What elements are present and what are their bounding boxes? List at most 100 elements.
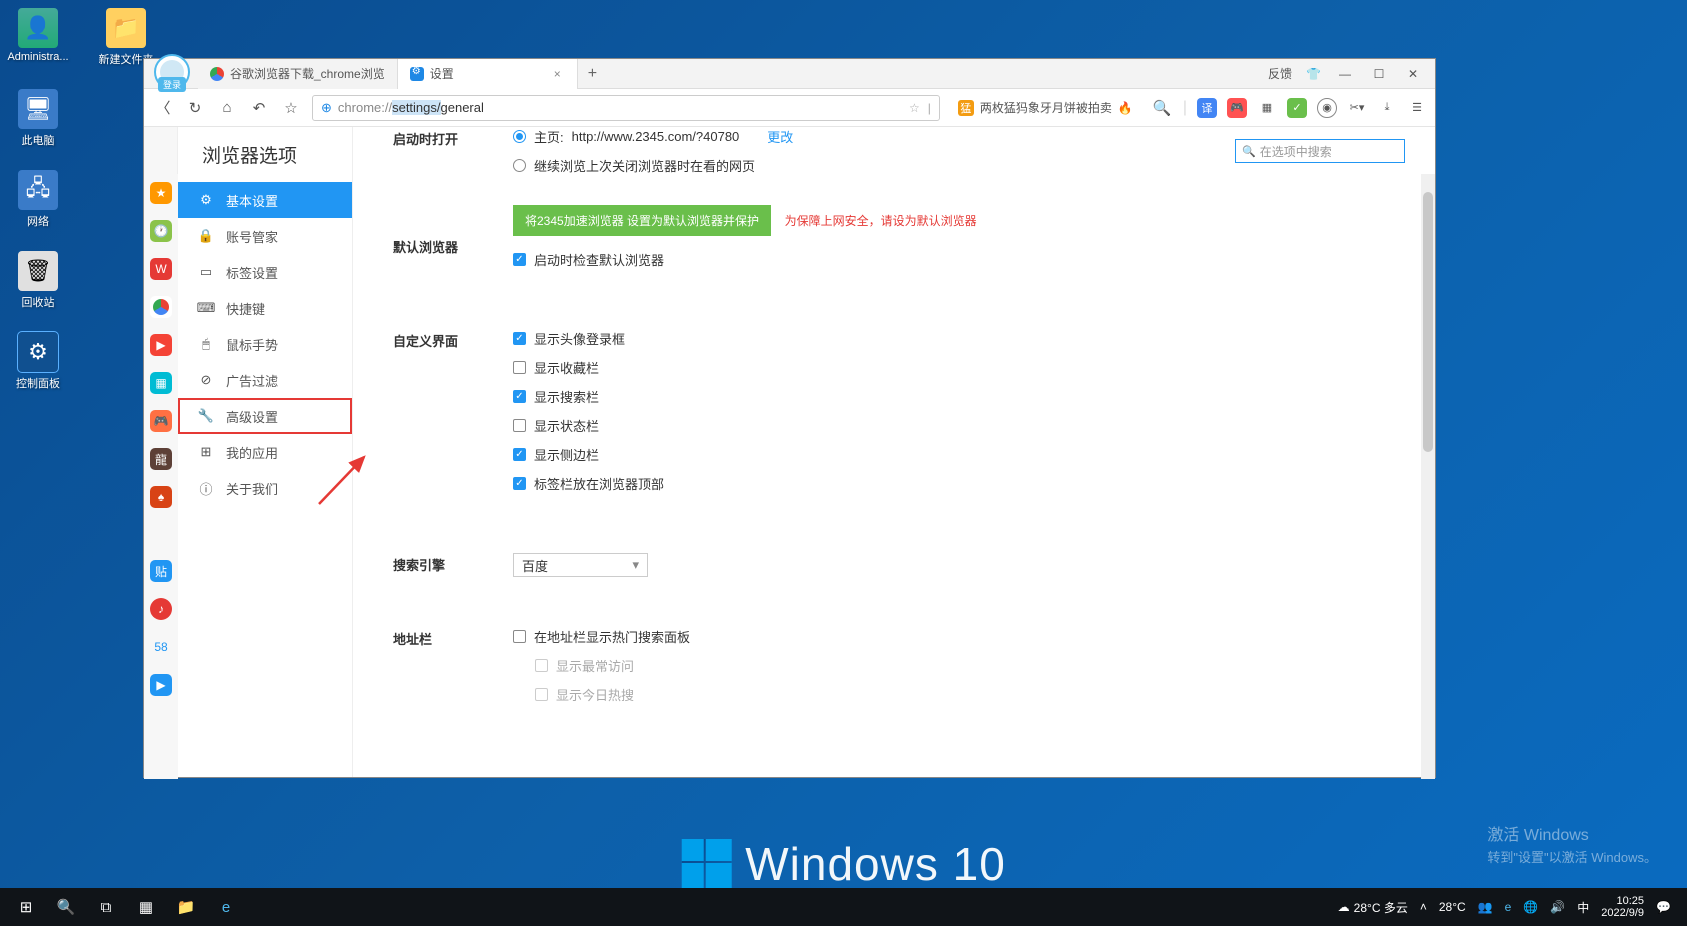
check-tabs-top[interactable]: 标签栏放在浏览器顶部 (513, 474, 1405, 493)
date-text: 2022/9/9 (1601, 907, 1644, 919)
network-tray-icon[interactable]: 🌐 (1523, 900, 1538, 914)
check-favorites[interactable]: 显示收藏栏 (513, 358, 1405, 377)
close-button[interactable]: ✕ (1403, 67, 1423, 81)
check-label: 显示今日热搜 (556, 685, 634, 704)
rail-music-icon[interactable]: ♪ (150, 598, 172, 620)
weather-widget[interactable]: ☁28°C 多云 (1338, 899, 1408, 916)
feedback-link[interactable]: 反馈 (1268, 65, 1292, 82)
nav-basic-settings[interactable]: ⚙基本设置 (178, 182, 352, 218)
desktop-icon-control-panel[interactable]: ⚙控制面板 (8, 332, 68, 391)
ext-green-icon[interactable]: ✓ (1287, 98, 1307, 118)
task-view-button[interactable]: ⧉ (86, 891, 126, 923)
rail-58-icon[interactable]: 58 (150, 636, 172, 658)
rail-paste-icon[interactable]: 贴 (150, 560, 172, 582)
settings-search-input[interactable]: 在选项中搜索 (1235, 139, 1405, 163)
download-icon[interactable]: ⤓ (1377, 98, 1397, 118)
rail-dragon-icon[interactable]: 龍 (150, 448, 172, 470)
check-statusbar[interactable]: 显示状态栏 (513, 416, 1405, 435)
tab-title: 设置 (430, 65, 454, 82)
favorite-button[interactable]: ☆ (280, 97, 302, 119)
rail-game1-icon[interactable]: 🎮 (150, 410, 172, 432)
star-icon[interactable]: ☆ (909, 101, 920, 115)
apps-icon[interactable]: ▦ (1257, 98, 1277, 118)
people-icon[interactable]: 👥 (1478, 900, 1493, 914)
check-startup-default[interactable]: 启动时检查默认浏览器 (513, 250, 1405, 269)
rail-app-icon[interactable]: ▦ (150, 372, 172, 394)
search-icon[interactable]: 🔍 (1151, 97, 1173, 119)
record-icon[interactable]: ◉ (1317, 98, 1337, 118)
nav-account[interactable]: 🔒账号管家 (178, 218, 352, 254)
checkbox-icon (513, 419, 526, 432)
undo-button[interactable]: ↶ (248, 97, 270, 119)
add-tab-button[interactable]: + (578, 65, 607, 83)
home-button[interactable]: ⌂ (216, 97, 238, 119)
search-button[interactable]: 🔍 (46, 891, 86, 923)
desktop-icon-admin[interactable]: 👤Administra... (8, 8, 68, 67)
ime-indicator[interactable]: 中 (1577, 899, 1589, 916)
maximize-button[interactable]: ☐ (1369, 67, 1389, 81)
check-searchbar[interactable]: 显示搜索栏 (513, 387, 1405, 406)
rail-chrome-icon[interactable] (150, 296, 172, 318)
browser-tray-icon[interactable]: e (1505, 900, 1512, 914)
rail-clock-icon[interactable]: 🕐 (150, 220, 172, 242)
check-today-hot[interactable]: 显示今日热搜 (535, 685, 1405, 704)
extension-icons: 译 🎮 ▦ ✓ ◉ ✂▾ ⤓ ☰ (1197, 98, 1427, 118)
nav-shortcuts[interactable]: ⌨快捷键 (178, 290, 352, 326)
clock[interactable]: 10:25 2022/9/9 (1601, 895, 1644, 919)
nav-my-apps[interactable]: ⊞我的应用 (178, 434, 352, 470)
section-label: 自定义界面 (393, 329, 513, 503)
rail-video-icon[interactable]: ▶ (150, 334, 172, 356)
checkbox-icon (513, 390, 526, 403)
refresh-button[interactable]: ↻ (184, 97, 206, 119)
rail-pdf-icon[interactable]: W (150, 258, 172, 280)
back-button[interactable]: 〈 (152, 97, 174, 119)
game-icon[interactable]: 🎮 (1227, 98, 1247, 118)
check-label: 标签栏放在浏览器顶部 (534, 474, 664, 493)
tab-chrome-download[interactable]: 谷歌浏览器下载_chrome浏览 (198, 59, 398, 89)
skin-icon[interactable]: 👕 (1306, 67, 1321, 81)
windows-brand-text: Windows 10 (745, 837, 1006, 891)
desktop-icon-pc[interactable]: 🖥此电脑 (8, 89, 68, 148)
scrollbar[interactable] (1421, 174, 1435, 779)
nav-gestures[interactable]: 🖱鼠标手势 (178, 326, 352, 362)
translate-icon[interactable]: 译 (1197, 98, 1217, 118)
login-avatar[interactable]: 登录 (154, 54, 190, 90)
rail-star-icon[interactable]: ★ (150, 182, 172, 204)
menu-icon[interactable]: ☰ (1407, 98, 1427, 118)
edge-button[interactable]: e (206, 891, 246, 923)
rail-game2-icon[interactable]: ♠ (150, 486, 172, 508)
change-link[interactable]: 更改 (767, 127, 793, 146)
nav-tabs[interactable]: ▭标签设置 (178, 254, 352, 290)
desktop-icon-network[interactable]: 🖧网络 (8, 170, 68, 229)
rail-tv-icon[interactable]: ▶ (150, 674, 172, 696)
notification-icon[interactable]: 💬 (1656, 900, 1671, 914)
tab-settings[interactable]: 设置 × (398, 59, 578, 89)
wrench-icon: 🔧 (198, 408, 214, 424)
apps-icon: ⊞ (198, 444, 214, 460)
close-tab-icon[interactable]: × (550, 67, 565, 81)
search-engine-select[interactable]: 百度 (513, 553, 648, 577)
check-label: 显示最常访问 (556, 656, 634, 675)
check-hot-search[interactable]: 在地址栏显示热门搜索面板 (513, 627, 1405, 646)
weather-alt[interactable]: 28°C (1439, 900, 1466, 914)
nav-adblock[interactable]: ⊘广告过滤 (178, 362, 352, 398)
address-bar[interactable]: ⊕ chrome://settings/general ☆| (312, 95, 940, 121)
set-default-button[interactable]: 将2345加速浏览器 设置为默认浏览器并保护 (513, 205, 771, 236)
tab-title: 谷歌浏览器下载_chrome浏览 (230, 65, 385, 82)
check-avatar[interactable]: 显示头像登录框 (513, 329, 1405, 348)
start-button[interactable]: ⊞ (6, 891, 46, 923)
promo-bar[interactable]: 猛 两枚猛犸象牙月饼被拍卖 🔥 (950, 99, 1141, 116)
apps-button[interactable]: ▦ (126, 891, 166, 923)
desktop-icon-recycle[interactable]: 🗑回收站 (8, 251, 68, 310)
nav-advanced[interactable]: 🔧高级设置 (178, 398, 352, 434)
checkbox-icon (513, 361, 526, 374)
explorer-button[interactable]: 📁 (166, 891, 206, 923)
scissors-icon[interactable]: ✂▾ (1347, 98, 1367, 118)
minimize-button[interactable]: — (1335, 67, 1355, 81)
chevron-up-icon[interactable]: ˄ (1420, 900, 1427, 914)
check-sidebar[interactable]: 显示侧边栏 (513, 445, 1405, 464)
check-most-visited[interactable]: 显示最常访问 (535, 656, 1405, 675)
settings-icon (410, 67, 424, 81)
volume-icon[interactable]: 🔊 (1550, 900, 1565, 914)
nav-about[interactable]: ⓘ关于我们 (178, 470, 352, 506)
